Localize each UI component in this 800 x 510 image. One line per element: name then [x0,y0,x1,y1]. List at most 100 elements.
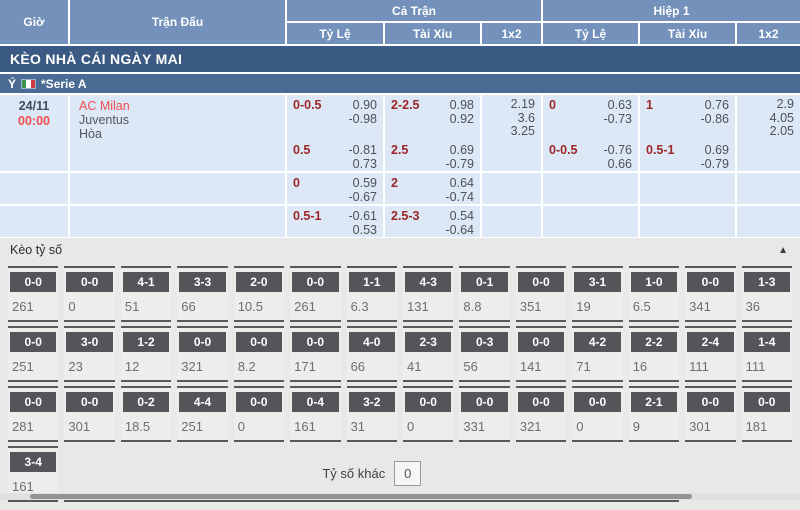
score-bet-cell[interactable]: 2-19 [629,386,679,442]
score-label[interactable]: 0-0 [687,272,733,292]
score-bet-cell[interactable]: 0-0321 [516,386,566,442]
odds-value[interactable]: 0.66 [608,157,632,171]
odds-value[interactable]: -0.98 [349,112,378,126]
score-label[interactable]: 1-2 [123,332,169,352]
odds-value[interactable]: 4.05 [770,112,794,126]
odds-value[interactable]: 3.6 [518,112,535,126]
odds-value[interactable]: -0.81 [349,143,378,157]
score-bet-cell[interactable]: 0-0301 [685,386,735,442]
score-label[interactable]: 4-1 [123,272,169,292]
ft-over-under-cell[interactable]: 2-2.5 0.98 0.92 [385,95,480,141]
odds-value[interactable]: 0.59 [353,176,377,190]
score-bet-cell[interactable]: 2-010.5 [234,266,284,322]
collapse-arrow-icon[interactable]: ▲ [778,245,788,256]
score-bet-cell[interactable]: 2-216 [629,326,679,382]
score-bet-cell[interactable]: 3-119 [572,266,622,322]
score-bet-cell[interactable]: 4-3131 [403,266,453,322]
score-label[interactable]: 2-1 [631,392,677,412]
score-label[interactable]: 3-0 [66,332,112,352]
ft-handicap-cell[interactable]: 0 0.59 -0.67 [287,173,383,204]
score-label[interactable]: 3-1 [574,272,620,292]
score-label[interactable]: 4-0 [349,332,395,352]
ft-handicap-cell[interactable]: 0.5 -0.81 0.73 [287,140,383,171]
score-label[interactable]: 1-0 [631,272,677,292]
score-bet-cell[interactable]: 0-00 [64,266,114,322]
score-bet-cell[interactable]: 0-08.2 [234,326,284,382]
score-bet-cell[interactable]: 0-0261 [8,266,58,322]
score-label[interactable]: 1-1 [349,272,395,292]
other-score-box[interactable]: 0 [394,461,421,486]
score-label[interactable]: 0-0 [10,272,56,292]
score-bet-cell[interactable]: 1-336 [742,266,792,322]
score-label[interactable]: 2-0 [236,272,282,292]
score-label[interactable]: 0-0 [292,332,338,352]
score-label[interactable]: 3-4 [10,452,56,472]
league-bar[interactable]: Ý *Serie A [0,74,800,93]
score-bet-cell[interactable]: 0-00 [234,386,284,442]
score-label[interactable]: 4-3 [405,272,451,292]
score-label[interactable]: 0-0 [66,392,112,412]
score-label[interactable]: 0-0 [518,332,564,352]
score-label[interactable]: 3-2 [349,392,395,412]
horizontal-scrollbar[interactable] [0,493,800,500]
score-bet-cell[interactable]: 0-0351 [516,266,566,322]
score-bet-cell[interactable]: 4-151 [121,266,171,322]
odds-value[interactable]: 0.54 [450,209,474,223]
score-label[interactable]: 0-0 [236,332,282,352]
odds-value[interactable]: 0.76 [705,98,729,112]
h1-over-under-cell[interactable]: 1 0.76 -0.86 [640,95,735,141]
odds-value[interactable]: -0.79 [701,157,730,171]
odds-value[interactable]: 0.90 [353,98,377,112]
score-bet-cell[interactable]: 0-0261 [290,266,340,322]
score-label[interactable]: 0-0 [518,392,564,412]
score-label[interactable]: 0-0 [10,332,56,352]
score-label[interactable]: 3-3 [179,272,225,292]
score-bet-cell[interactable]: 0-0171 [290,326,340,382]
score-label[interactable]: 2-3 [405,332,451,352]
odds-value[interactable]: 0.53 [353,223,377,237]
score-bet-cell[interactable]: 1-06.5 [629,266,679,322]
odds-value[interactable]: -0.73 [604,112,633,126]
odds-value[interactable]: 2.19 [511,98,535,112]
score-bet-cell[interactable]: 0-4161 [290,386,340,442]
ft-over-under-cell[interactable]: 2.5 0.69 -0.79 [385,140,480,171]
score-label[interactable]: 0-0 [405,392,451,412]
score-label[interactable]: 0-0 [292,272,338,292]
score-label[interactable]: 0-0 [10,392,56,412]
score-bet-cell[interactable]: 0-0341 [685,266,735,322]
score-label[interactable]: 0-0 [179,332,225,352]
h1-handicap-cell[interactable]: 0 0.63 -0.73 [543,95,638,141]
odds-value[interactable]: -0.61 [349,209,378,223]
score-label[interactable]: 0-0 [518,272,564,292]
score-label[interactable]: 0-0 [687,392,733,412]
score-bet-cell[interactable]: 0-0331 [459,386,509,442]
score-bet-cell[interactable]: 0-0251 [8,326,58,382]
odds-value[interactable]: -0.64 [446,223,475,237]
score-bet-cell[interactable]: 0-00 [403,386,453,442]
odds-value[interactable]: -0.76 [604,143,633,157]
scrollbar-thumb[interactable] [30,494,692,499]
ft-1x2-cell[interactable]: 2.19 3.6 3.25 [482,95,541,141]
score-bet-cell[interactable]: 0-18.8 [459,266,509,322]
score-bet-cell[interactable]: 2-4111 [685,326,735,382]
score-bet-cell[interactable]: 4-066 [347,326,397,382]
odds-value[interactable]: -0.79 [446,157,475,171]
score-label[interactable]: 0-0 [744,392,790,412]
score-bet-cell[interactable]: 0-0321 [177,326,227,382]
score-label[interactable]: 1-3 [744,272,790,292]
odds-value[interactable]: 0.69 [450,143,474,157]
odds-value[interactable]: 0.63 [608,98,632,112]
score-bet-cell[interactable]: 3-231 [347,386,397,442]
score-label[interactable]: 0-0 [461,392,507,412]
odds-value[interactable]: 3.25 [511,125,535,139]
ft-handicap-cell[interactable]: 0-0.5 0.90 -0.98 [287,95,383,141]
score-label[interactable]: 2-2 [631,332,677,352]
score-bet-cell[interactable]: 0-0301 [64,386,114,442]
score-bet-cell[interactable]: 2-341 [403,326,453,382]
score-label[interactable]: 0-0 [574,392,620,412]
score-bet-cell[interactable]: 4-271 [572,326,622,382]
odds-value[interactable]: 0.92 [450,112,474,126]
h1-1x2-cell[interactable]: 2.9 4.05 2.05 [737,95,800,141]
home-team[interactable]: AC Milan [79,99,285,113]
score-bet-cell[interactable]: 1-16.3 [347,266,397,322]
